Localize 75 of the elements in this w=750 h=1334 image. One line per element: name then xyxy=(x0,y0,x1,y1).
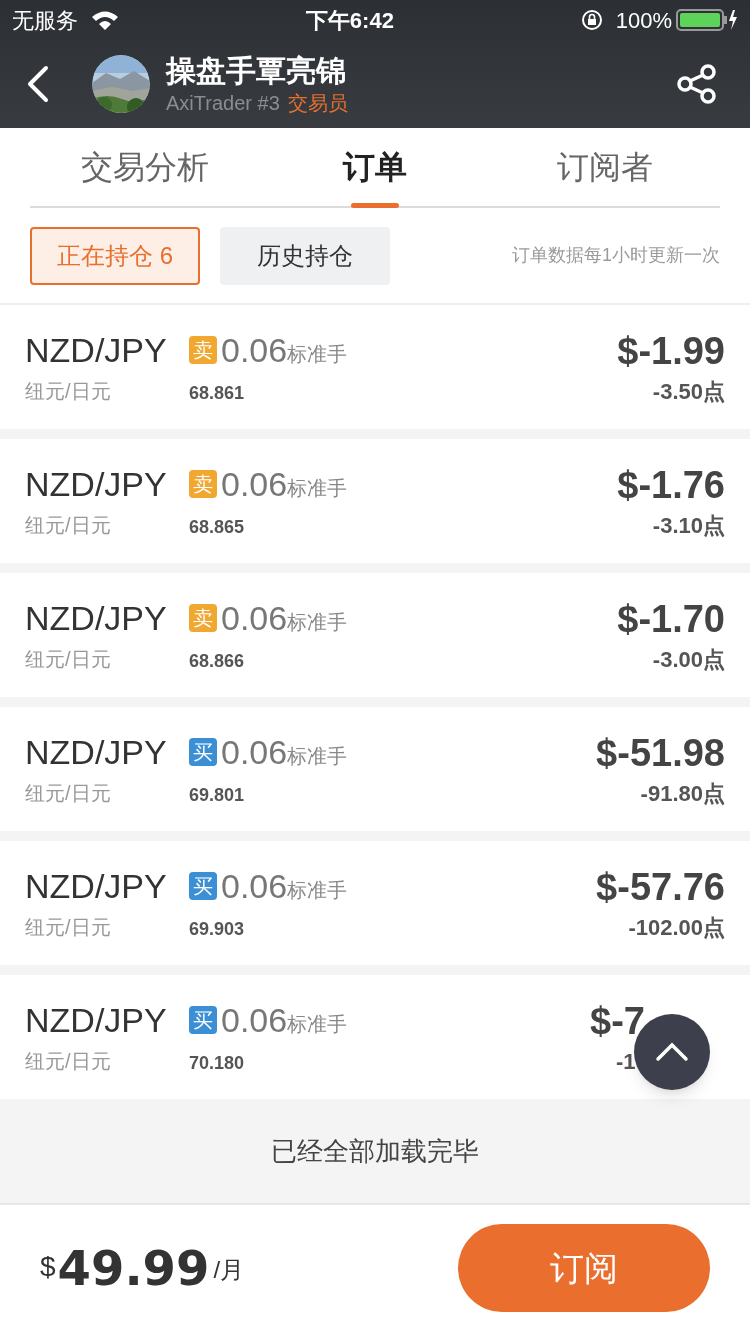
side-badge: 卖 xyxy=(189,469,217,498)
unit-text: 标准手 xyxy=(287,744,348,769)
symbol-text: NZD/JPY xyxy=(25,330,168,371)
rotation-lock-icon xyxy=(579,8,604,32)
pair-name: 纽元/日元 xyxy=(25,1049,112,1074)
tab[interactable]: 订阅者 xyxy=(490,128,720,206)
pair-name: 纽元/日元 xyxy=(25,781,112,806)
lots-text: 0.06 xyxy=(221,731,288,773)
battery-text: 100% xyxy=(615,6,672,35)
order-row[interactable]: NZD/JPY 纽元/日元 卖 0.06标准手 68.865 $-1.76 -3.10点 xyxy=(0,439,750,563)
list-end-text: 已经全部加载完毕 xyxy=(271,1134,479,1168)
unit-text: 标准手 xyxy=(287,476,348,501)
open-price: 68.861 xyxy=(189,381,246,405)
tab[interactable]: 订单 xyxy=(260,128,490,206)
order-row[interactable]: NZD/JPY 纽元/日元 卖 0.06标准手 68.861 $-1.99 -3.50点 xyxy=(0,305,750,429)
side-badge: 卖 xyxy=(189,335,217,364)
profit-text: $-7 xyxy=(590,998,645,1044)
order-row[interactable]: NZD/JPY 纽元/日元 买 0.06标准手 69.801 $-51.98 -91.80点 xyxy=(0,707,750,831)
order-row[interactable]: NZD/JPY 纽元/日元 买 0.06标准手 69.903 $-57.76 -102.00点 xyxy=(0,841,750,965)
battery-icon xyxy=(676,8,738,32)
symbol-text: NZD/JPY xyxy=(25,866,168,907)
side-badge: 卖 xyxy=(189,603,217,632)
symbol-text: NZD/JPY xyxy=(25,732,168,773)
carrier-text: 无服务 xyxy=(12,6,78,35)
symbol-text: NZD/JPY xyxy=(25,464,168,505)
side-badge: 买 xyxy=(189,871,217,900)
lots-text: 0.06 xyxy=(221,999,288,1041)
open-price: 70.180 xyxy=(189,1051,246,1075)
lots-text: 0.06 xyxy=(221,463,288,505)
side-badge: 买 xyxy=(189,737,217,766)
account-label: AxiTrader #3 xyxy=(166,91,280,116)
share-icon[interactable] xyxy=(676,64,718,104)
role-label: 交易员 xyxy=(287,91,348,116)
time-text: 下午6:42 xyxy=(305,6,394,35)
tab[interactable]: 交易分析 xyxy=(30,128,260,206)
points-text: -3.10点 xyxy=(652,511,725,540)
points-text: -91.80点 xyxy=(640,779,725,808)
profit-text: $-57.76 xyxy=(596,864,725,910)
order-row[interactable]: NZD/JPY 纽元/日元 买 0.06标准手 70.180 $-7 -1 xyxy=(0,975,750,1099)
open-price: 68.865 xyxy=(189,515,246,539)
profit-text: $-51.98 xyxy=(596,730,725,776)
open-price: 68.866 xyxy=(189,649,246,673)
unit-text: 标准手 xyxy=(287,878,348,903)
pair-name: 纽元/日元 xyxy=(25,513,112,538)
unit-text: 标准手 xyxy=(287,342,348,367)
symbol-text: NZD/JPY xyxy=(25,598,168,639)
update-note: 订单数据每1小时更新一次 xyxy=(512,244,720,267)
order-row[interactable]: NZD/JPY 纽元/日元 卖 0.06标准手 68.866 $-1.70 -3.00点 xyxy=(0,573,750,697)
profit-text: $-1.99 xyxy=(617,328,725,374)
period-label: /月 xyxy=(213,1255,245,1285)
wifi-icon xyxy=(90,9,120,31)
profit-text: $-1.76 xyxy=(617,462,725,508)
points-text: -3.00点 xyxy=(652,645,725,674)
profit-text: $-1.70 xyxy=(617,596,725,642)
points-text: -102.00点 xyxy=(628,913,725,942)
open-price: 69.903 xyxy=(189,917,246,941)
lots-text: 0.06 xyxy=(221,329,288,371)
unit-text: 标准手 xyxy=(287,610,348,635)
unit-text: 标准手 xyxy=(287,1012,348,1037)
chevron-up-icon xyxy=(655,1042,689,1062)
lots-text: 0.06 xyxy=(221,597,288,639)
filter-button[interactable]: 历史持仓 xyxy=(220,226,390,285)
symbol-text: NZD/JPY xyxy=(25,1000,168,1041)
side-badge: 买 xyxy=(189,1005,217,1034)
pair-name: 纽元/日元 xyxy=(25,379,112,404)
lots-text: 0.06 xyxy=(221,865,288,907)
subscription-price: 49.99 xyxy=(57,1242,210,1294)
tab-indicator xyxy=(351,203,399,208)
pair-name: 纽元/日元 xyxy=(25,647,112,672)
currency-symbol: $ xyxy=(40,1250,56,1284)
trader-name: 操盘手覃亮锦 xyxy=(166,53,347,89)
points-text: -1 xyxy=(616,1047,636,1076)
pair-name: 纽元/日元 xyxy=(25,915,112,940)
open-price: 69.801 xyxy=(189,783,246,807)
points-text: -3.50点 xyxy=(652,377,725,406)
